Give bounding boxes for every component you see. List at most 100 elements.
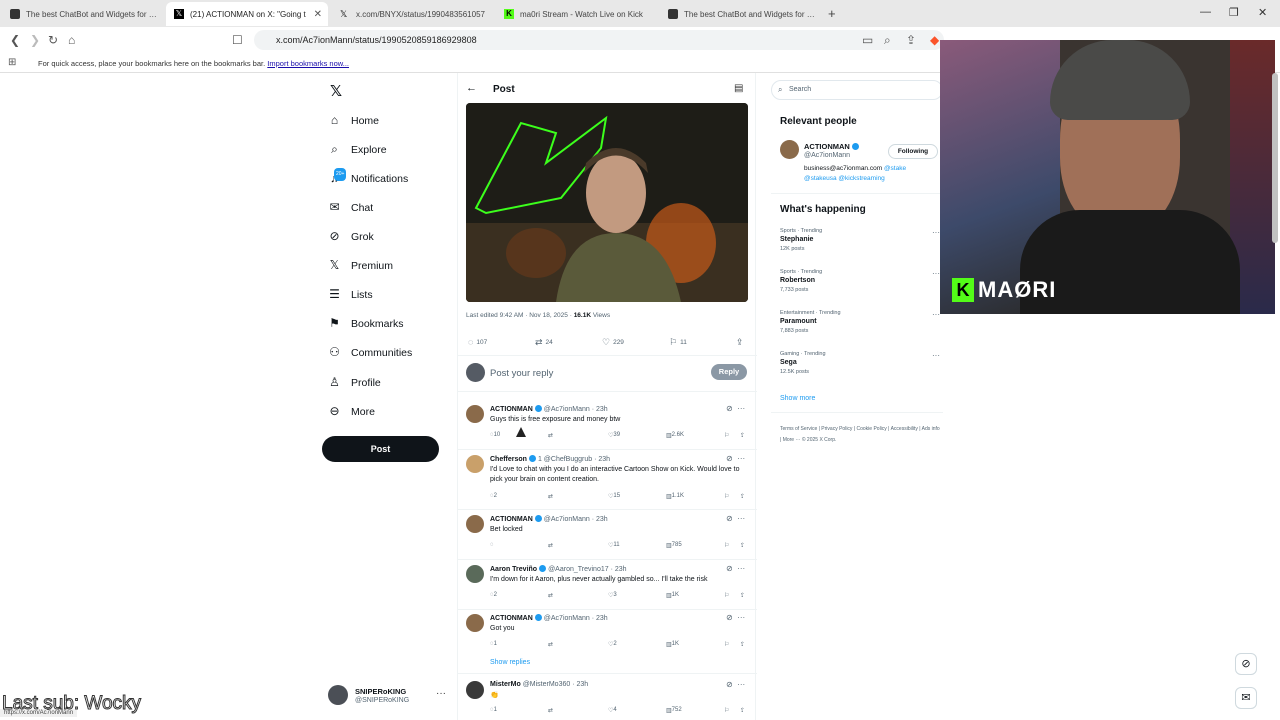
grok-icon[interactable]: ⊘ <box>726 564 733 573</box>
grok-icon[interactable]: ⊘ <box>726 404 733 413</box>
reply-action[interactable]: ◌ <box>490 542 494 548</box>
views-action[interactable]: ▥ 1.1K <box>666 493 684 500</box>
grok-icon[interactable]: ⊘ <box>726 514 733 523</box>
nav-notifications[interactable]: ♫20+ Notifications <box>328 168 408 185</box>
repost-action[interactable]: ⇄ <box>548 493 553 500</box>
like-action[interactable]: ♡ 39 <box>608 432 620 439</box>
bio-link[interactable]: @stakeusa @kickstreaming <box>804 175 885 182</box>
nav-home[interactable]: ⌂ Home <box>328 114 379 127</box>
views-action[interactable]: ▥ 785 <box>666 542 682 549</box>
reply-item[interactable]: MisterMo @MisterMo360 · 23h ⊘ ··· 👏 ◌ 1 … <box>458 677 757 720</box>
nav-premium[interactable]: 𝕏 Premium <box>328 259 393 272</box>
reply-item[interactable]: Chefferson 1 @ChefBuggrub · 23h ⊘ ··· I'd… <box>458 451 757 513</box>
footer-links[interactable]: Terms of Service | Privacy Policy | Cook… <box>780 424 940 446</box>
browser-tab-active[interactable]: 𝕏 (21) ACTIONMAN on X: "Going t ✕ <box>166 2 328 26</box>
reply-action[interactable]: ◌ 2 <box>490 592 497 598</box>
more-dots-icon[interactable]: ··· <box>932 310 940 319</box>
trend-item[interactable]: Sports · Trending Stephanie 12K posts ··… <box>780 228 940 266</box>
more-dots-icon[interactable]: ··· <box>737 613 745 622</box>
reply-author[interactable]: ACTIONMAN <box>490 516 533 523</box>
more-dots-icon[interactable]: ··· <box>737 404 745 413</box>
following-button[interactable]: Following <box>888 144 938 159</box>
bio-link[interactable]: @stake <box>884 165 906 172</box>
share-icon[interactable]: ⇪ <box>740 432 745 439</box>
more-dots-icon[interactable]: ··· <box>737 454 745 463</box>
nav-bookmarks[interactable]: ⚑ Bookmarks <box>328 317 403 330</box>
repost-action[interactable]: ⇄ 24 <box>535 337 553 348</box>
close-tab-icon[interactable]: ✕ <box>314 9 322 20</box>
relevant-person[interactable]: ACTIONMAN @Ac7ionMann Following business… <box>780 140 940 186</box>
share-icon[interactable]: ⇪ <box>740 707 745 714</box>
nav-profile[interactable]: ♙ Profile <box>328 376 381 389</box>
like-action[interactable]: ♡ 11 <box>608 542 620 549</box>
reply-item[interactable]: ACTIONMAN @Ac7ionMann · 23h ⊘ ··· Got you… <box>458 610 757 660</box>
nav-explore[interactable]: ⌕ Explore <box>328 143 386 156</box>
reply-action[interactable]: ◌ 1 <box>490 707 497 713</box>
close-window-icon[interactable]: ✕ <box>1258 6 1267 19</box>
repost-action[interactable]: ⇄ <box>548 592 553 599</box>
bookmark-icon[interactable]: ⚐ <box>724 707 729 714</box>
bookmark-action[interactable]: ⚐ 11 <box>669 337 687 348</box>
nav-chat[interactable]: ✉ Chat <box>328 201 373 214</box>
reply-item[interactable]: Aaron Treviño @Aaron_Trevino17 · 23h ⊘ ··… <box>458 561 757 611</box>
account-switcher[interactable]: SNIPERoKING @SNIPERoKING ··· <box>328 685 448 709</box>
views-action[interactable]: ▥ 2.6K <box>666 432 684 439</box>
new-tab-button[interactable]: + <box>828 6 836 21</box>
share-icon[interactable]: ⇪ <box>740 592 745 599</box>
like-action[interactable]: ♡ 3 <box>608 592 617 599</box>
reply-author[interactable]: Aaron Treviño <box>490 566 537 573</box>
reply-action[interactable]: ◌ 107 <box>468 337 487 347</box>
reply-action[interactable]: ◌ 1 <box>490 641 497 647</box>
reply-author[interactable]: ACTIONMAN <box>490 615 533 622</box>
nav-grok[interactable]: ⊘ Grok <box>328 230 373 243</box>
restore-icon[interactable]: ❐ <box>1229 6 1239 19</box>
reload-icon[interactable]: ↻ <box>48 33 58 47</box>
grok-icon[interactable]: ⊘ <box>726 613 733 622</box>
scrollbar[interactable] <box>1272 73 1278 243</box>
share-icon[interactable]: ⇪ <box>740 641 745 648</box>
more-dots-icon[interactable]: ··· <box>932 228 940 237</box>
reply-input[interactable]: Post your reply <box>490 368 553 379</box>
reply-item[interactable]: ACTIONMAN @Ac7ionMann · 23h ⊘ ··· Bet loc… <box>458 511 757 561</box>
more-dots-icon[interactable]: ··· <box>737 680 745 689</box>
reply-action[interactable]: ◌ 10 <box>490 432 500 438</box>
more-dots-icon[interactable]: ··· <box>436 688 446 699</box>
import-bookmarks-link[interactable]: Import bookmarks now... <box>267 59 349 68</box>
repost-action[interactable]: ⇄ <box>548 432 553 439</box>
nav-lists[interactable]: ☰ Lists <box>328 288 372 301</box>
search-input[interactable]: ⌕ Search <box>771 80 943 100</box>
x-logo-icon[interactable]: 𝕏 <box>330 82 342 100</box>
post-button[interactable]: Post <box>322 436 439 462</box>
post-video[interactable] <box>466 103 748 302</box>
browser-tab[interactable]: K ma0ri Stream - Watch Live on Kick <box>496 2 656 26</box>
browser-tab[interactable]: The best ChatBot and Widgets for Kick <box>660 2 820 26</box>
minimize-icon[interactable]: — <box>1200 6 1211 18</box>
brave-shield-icon[interactable]: ◆ <box>930 33 939 47</box>
url-field[interactable]: x.com/Ac7ionMann/status/1990520859186929… <box>254 30 944 50</box>
reply-button[interactable]: Reply <box>711 364 747 380</box>
browser-tab[interactable]: 𝕏 x.com/BNYX/status/1990483561057 <box>332 2 492 26</box>
repost-action[interactable]: ⇄ <box>548 707 553 714</box>
bookmark-icon[interactable]: ⚐ <box>724 432 729 439</box>
cast-icon[interactable]: ▭ <box>862 33 873 47</box>
bookmark-icon[interactable]: ⚐ <box>724 641 729 648</box>
share-icon[interactable]: ⇪ <box>906 33 916 47</box>
back-arrow-icon[interactable]: ← <box>466 82 477 94</box>
like-action[interactable]: ♡ 229 <box>602 337 624 348</box>
share-icon[interactable]: ⇪ <box>740 493 745 500</box>
apps-grid-icon[interactable]: ⊞ <box>8 57 16 68</box>
home-page-icon[interactable]: ⌂ <box>68 33 75 47</box>
share-icon[interactable]: ⇪ <box>740 542 745 549</box>
more-dots-icon[interactable]: ··· <box>932 269 940 278</box>
views-action[interactable]: ▥ 1K <box>666 592 679 599</box>
person-name[interactable]: ACTIONMAN <box>804 142 859 151</box>
nav-more[interactable]: ⊖ More <box>328 405 374 418</box>
show-replies-link[interactable]: Show replies <box>490 659 530 666</box>
more-dots-icon[interactable]: ··· <box>737 514 745 523</box>
reply-author[interactable]: Chefferson <box>490 456 527 463</box>
trend-item[interactable]: Entertainment · Trending Paramount 7,883… <box>780 310 940 348</box>
like-action[interactable]: ♡ 2 <box>608 641 617 648</box>
bookmark-icon[interactable]: ⚐ <box>724 493 729 500</box>
more-dots-icon[interactable]: ··· <box>932 351 940 360</box>
trend-item[interactable]: Sports · Trending Robertson 7,733 posts … <box>780 269 940 307</box>
